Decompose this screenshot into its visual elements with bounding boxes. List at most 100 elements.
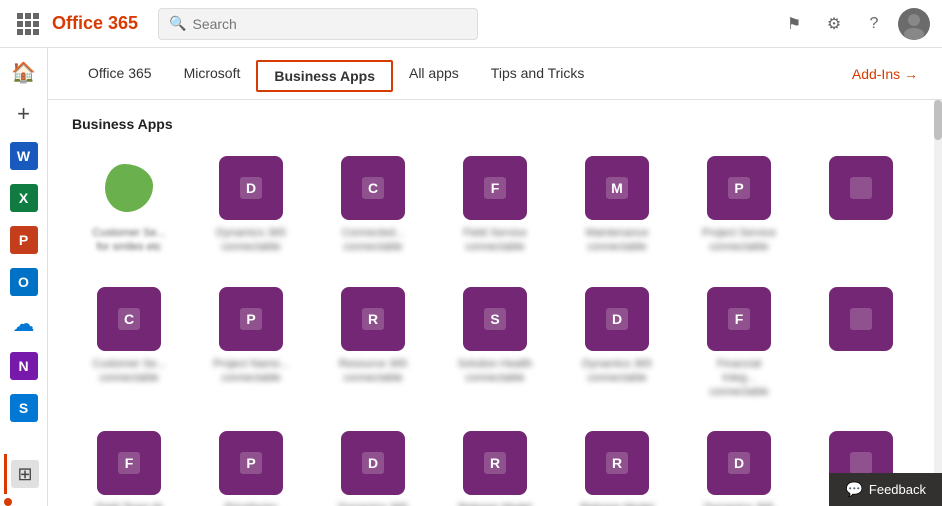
- svg-text:S: S: [490, 311, 499, 327]
- sidebar-item-add[interactable]: +: [4, 94, 44, 134]
- search-icon: 🔍: [169, 15, 186, 32]
- svg-text:R: R: [490, 455, 500, 471]
- svg-text:C: C: [368, 180, 378, 196]
- tab-office365[interactable]: Office 365: [72, 48, 168, 100]
- list-item[interactable]: M Maintenanceconnectable: [560, 148, 674, 263]
- feedback-label: Feedback: [869, 482, 926, 497]
- app-name-5: Maintenanceconnectable: [586, 226, 649, 255]
- app-name-12: Dynamics 365connectable: [582, 357, 652, 386]
- app-icon-17: D: [341, 431, 405, 495]
- app-name-6: Project Serviceconnectable: [702, 226, 776, 255]
- app-icon-8: C: [97, 287, 161, 351]
- list-item[interactable]: D Dynamics 365connectable: [560, 279, 674, 408]
- list-item[interactable]: Customer Se...for smiles etc: [72, 148, 186, 263]
- list-item[interactable]: [804, 148, 918, 263]
- sidebar-bottom: ⊞: [4, 454, 44, 506]
- app-icon-3: C: [341, 156, 405, 220]
- sidebar-item-onedrive[interactable]: ☁: [4, 304, 44, 344]
- feedback-icon: 💬: [845, 481, 862, 498]
- sidebar: 🏠 + W X P O ☁ N S ⊞: [0, 48, 48, 506]
- app-name-11: Solution Healthconnectable: [458, 357, 533, 386]
- list-item[interactable]: [804, 279, 918, 408]
- app-name-3: Connected...connectable: [342, 226, 404, 255]
- app-icon-13: F: [707, 287, 771, 351]
- feedback-button[interactable]: 💬 Feedback: [829, 473, 942, 506]
- sidebar-item-sharepoint[interactable]: S: [4, 388, 44, 428]
- section-title: Business Apps: [72, 116, 918, 132]
- sidebar-item-word[interactable]: W: [4, 136, 44, 176]
- svg-text:D: D: [368, 455, 378, 471]
- svg-text:C: C: [124, 311, 134, 327]
- list-item[interactable]: P Project Serviceconnectable: [682, 148, 796, 263]
- app-icon-2: D: [219, 156, 283, 220]
- list-item[interactable]: F Field Serviceconnectable: [438, 148, 552, 263]
- app-name-17: Dynamics 365collaborative: [338, 501, 408, 506]
- sidebar-item-onenote[interactable]: N: [4, 346, 44, 386]
- app-icon-7: [829, 156, 893, 220]
- search-input[interactable]: [192, 16, 467, 32]
- svg-text:F: F: [125, 455, 134, 471]
- app-name-10: Resource 365connectable: [339, 357, 408, 386]
- list-item[interactable]: F Field Team Mconnectable: [72, 423, 186, 506]
- list-item[interactable]: P Pricefactorconnectable: [194, 423, 308, 506]
- list-item[interactable]: D Dynamics 365collaborative: [682, 423, 796, 506]
- app-icon-6: P: [707, 156, 771, 220]
- app-icon-14: [829, 287, 893, 351]
- avatar[interactable]: [898, 8, 930, 40]
- svg-text:P: P: [246, 311, 255, 327]
- app-name-19: Release Modelcollaborative: [580, 501, 653, 506]
- list-item[interactable]: C Customer Se...connectable: [72, 279, 186, 408]
- tab-business-apps[interactable]: Business Apps: [256, 60, 393, 92]
- svg-text:F: F: [735, 311, 744, 327]
- topbar-actions: ⚑ ⚙ ?: [778, 8, 930, 40]
- app-name-20: Dynamics 365collaborative: [704, 501, 774, 506]
- app-icon-10: R: [341, 287, 405, 351]
- app-name-1: Customer Se...for smiles etc: [92, 226, 165, 255]
- search-bar[interactable]: 🔍: [158, 8, 478, 40]
- app-name-16: Pricefactorconnectable: [221, 501, 280, 506]
- app-name-2: Dynamics 365connectable: [216, 226, 286, 255]
- app-icon-18: R: [463, 431, 527, 495]
- list-item[interactable]: R Release Modelcollaborative: [438, 423, 552, 506]
- svg-text:P: P: [734, 180, 743, 196]
- list-item[interactable]: C Connected...connectable: [316, 148, 430, 263]
- svg-text:D: D: [734, 455, 744, 471]
- app-icon-9: P: [219, 287, 283, 351]
- apps-grid: Customer Se...for smiles etc D Dynamics …: [72, 148, 918, 506]
- list-item[interactable]: P Project Namo...connectable: [194, 279, 308, 408]
- help-icon[interactable]: ?: [858, 8, 890, 40]
- add-ins-link[interactable]: Add-Ins →: [852, 66, 918, 82]
- list-item[interactable]: R Resource 365connectable: [316, 279, 430, 408]
- sidebar-item-excel[interactable]: X: [4, 178, 44, 218]
- svg-text:D: D: [246, 180, 256, 196]
- app-name-8: Customer Se...connectable: [92, 357, 165, 386]
- waffle-menu[interactable]: [12, 8, 44, 40]
- app-name-18: Release Modelcollaborative: [458, 501, 531, 506]
- app-name-9: Project Namo...connectable: [213, 357, 289, 386]
- tab-microsoft[interactable]: Microsoft: [168, 48, 257, 100]
- list-item[interactable]: S Solution Healthconnectable: [438, 279, 552, 408]
- main-layout: 🏠 + W X P O ☁ N S ⊞: [0, 48, 942, 506]
- list-item[interactable]: D Dynamics 365collaborative: [316, 423, 430, 506]
- app-title: Office 365: [52, 13, 138, 34]
- svg-text:F: F: [491, 180, 500, 196]
- sidebar-item-powerpoint[interactable]: P: [4, 220, 44, 260]
- app-name-4: Field Serviceconnectable: [463, 226, 527, 255]
- scrollbar-thumb[interactable]: [934, 100, 942, 140]
- list-item[interactable]: F Financial Integ...connectable: [682, 279, 796, 408]
- app-name-13: Financial Integ...connectable: [699, 357, 779, 400]
- list-item[interactable]: D Dynamics 365connectable: [194, 148, 308, 263]
- app-icon-1: [97, 156, 161, 220]
- sidebar-item-all-apps[interactable]: ⊞: [4, 454, 44, 494]
- sidebar-item-outlook[interactable]: O: [4, 262, 44, 302]
- settings-icon[interactable]: ⚙: [818, 8, 850, 40]
- app-icon-11: S: [463, 287, 527, 351]
- tab-tips-and-tricks[interactable]: Tips and Tricks: [475, 48, 601, 100]
- flag-icon[interactable]: ⚑: [778, 8, 810, 40]
- tab-all-apps[interactable]: All apps: [393, 48, 475, 100]
- page-content: Business Apps Customer Se...for smiles e…: [48, 100, 942, 506]
- content: Office 365 Microsoft Business Apps All a…: [48, 48, 942, 506]
- scrollbar-track[interactable]: [934, 100, 942, 506]
- list-item[interactable]: R Release Modelcollaborative: [560, 423, 674, 506]
- sidebar-item-home[interactable]: 🏠: [4, 52, 44, 92]
